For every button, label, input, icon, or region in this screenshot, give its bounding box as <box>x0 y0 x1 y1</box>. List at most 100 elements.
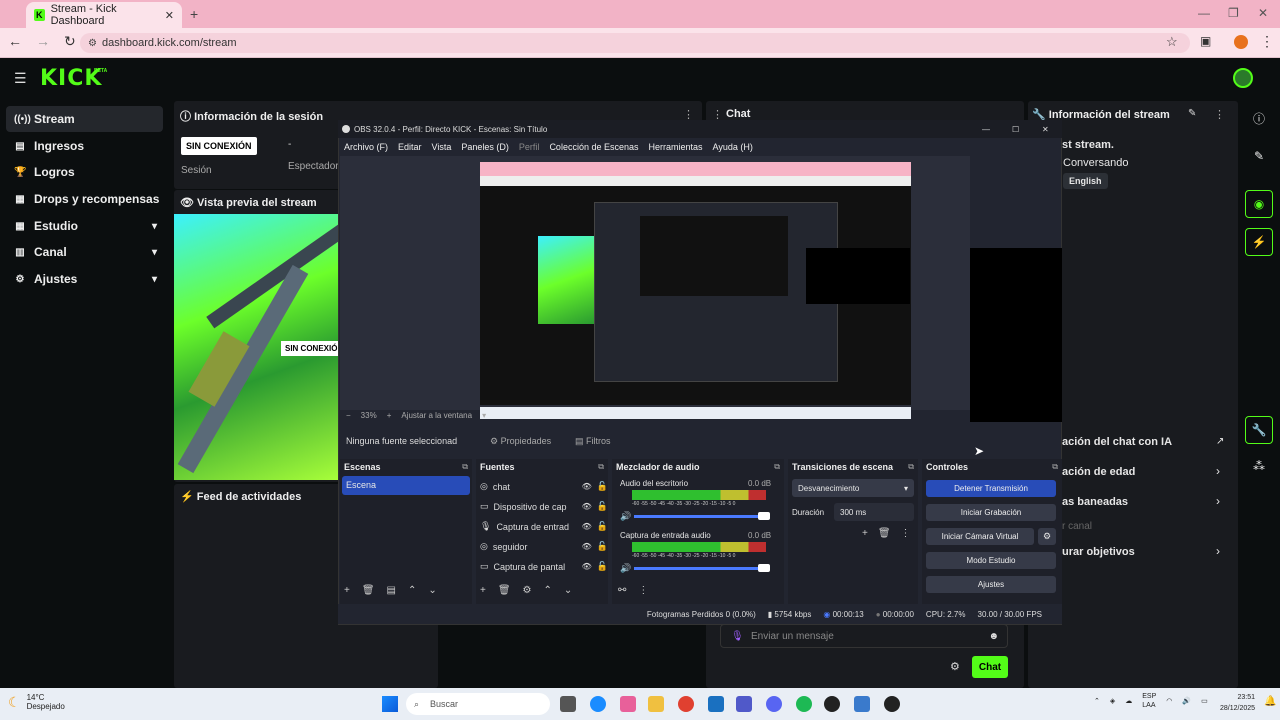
sidebar-item-ingresos[interactable]: ▤ Ingresos <box>6 133 163 159</box>
start-virtual-camera-button[interactable]: Iniciar Cámara Virtual <box>926 528 1034 545</box>
info-row-age[interactable]: ación de edad <box>1062 466 1135 478</box>
sidebar-item-canal[interactable]: ▥ Canal ▾ <box>6 239 163 265</box>
nodes-icon[interactable]: ⁂ <box>1245 452 1273 480</box>
lock-icon[interactable]: 🔓 <box>597 561 608 572</box>
gear-icon[interactable]: ⚙ <box>523 585 532 596</box>
trash-icon[interactable]: 🗑 <box>498 585 511 596</box>
mic-icon[interactable]: 🎙 <box>731 631 744 642</box>
maximize-icon[interactable]: ☐ <box>1012 125 1019 134</box>
eye-icon[interactable]: 👁 <box>582 562 592 571</box>
filter-icon[interactable]: ▤ <box>387 585 396 596</box>
spotify-icon[interactable] <box>796 696 812 712</box>
chevron-right-icon[interactable]: › <box>1216 544 1220 558</box>
menu-ayuda[interactable]: Ayuda (H) <box>713 142 753 152</box>
chrome-icon[interactable] <box>678 696 694 712</box>
bookmark-star-icon[interactable]: ☆ <box>1166 34 1178 50</box>
link-icon[interactable]: ⚯ <box>618 585 626 596</box>
menu-archivo[interactable]: Archivo (F) <box>344 142 388 152</box>
sidebar-item-estudio[interactable]: ▦ Estudio ▾ <box>6 213 163 239</box>
more-options-icon[interactable]: ⋮ <box>1214 108 1225 121</box>
discord-icon[interactable] <box>766 696 782 712</box>
back-icon[interactable]: ← <box>8 33 22 50</box>
store-icon[interactable] <box>708 696 724 712</box>
lock-icon[interactable]: 🔓 <box>597 501 608 512</box>
sidebar-item-ajustes[interactable]: ⚙ Ajustes ▾ <box>6 266 163 292</box>
eye-icon[interactable]: 👁 <box>582 542 592 551</box>
chevron-right-icon[interactable]: › <box>1216 464 1220 478</box>
lightning-icon[interactable]: ⚡ <box>1245 228 1273 256</box>
sidebar-item-drops[interactable]: ▦ Drops y recompensas <box>6 186 163 212</box>
fit-window-label[interactable]: Ajustar a la ventana <box>401 411 472 423</box>
obs-taskbar-icon[interactable] <box>884 696 900 712</box>
studio-mode-button[interactable]: Modo Estudio <box>926 552 1056 569</box>
lock-icon[interactable]: 🔓 <box>597 541 608 552</box>
close-window-icon[interactable]: ✕ <box>1042 125 1049 134</box>
stop-streaming-button[interactable]: Detener Transmisión <box>926 480 1056 497</box>
profile-avatar[interactable] <box>1234 35 1248 49</box>
settings-button[interactable]: Ajustes <box>926 576 1056 593</box>
eye-icon[interactable]: 👁 <box>582 502 592 511</box>
tray-cloud-icon[interactable]: ☁ <box>1125 697 1132 705</box>
new-tab-icon[interactable]: + <box>190 6 198 22</box>
pencil-icon[interactable]: ✎ <box>1245 142 1273 170</box>
maximize-icon[interactable]: ❐ <box>1228 6 1239 20</box>
volume-slider[interactable] <box>634 515 764 518</box>
undock-icon[interactable]: ⧉ <box>908 462 914 472</box>
lock-icon[interactable]: 🔓 <box>597 481 608 492</box>
taskbar-clock[interactable]: 23:51 28/12/2025 <box>1220 692 1255 714</box>
taskbar-search[interactable]: ⌕ Buscar <box>406 693 550 715</box>
volume-slider-handle[interactable] <box>758 564 770 572</box>
browser-menu-icon[interactable]: ⋮ <box>1260 33 1274 50</box>
source-item[interactable]: ▭ Dispositivo de cap 👁 🔓 <box>480 501 608 512</box>
lock-icon[interactable]: 🔓 <box>597 521 608 532</box>
zoom-out-icon[interactable]: − <box>346 411 351 423</box>
language-indicator[interactable]: ESP LAA <box>1142 692 1156 710</box>
windows-start-icon[interactable] <box>382 696 398 712</box>
down-icon[interactable]: ⌄ <box>564 585 572 596</box>
teams-icon[interactable] <box>736 696 752 712</box>
forward-icon[interactable]: → <box>36 33 50 50</box>
undock-icon[interactable]: ⧉ <box>1052 462 1058 472</box>
eye-icon[interactable]: 👁 <box>582 522 592 531</box>
volume-slider[interactable] <box>634 567 764 570</box>
user-avatar[interactable] <box>1233 68 1253 88</box>
fit-dropdown-icon[interactable]: ▾ <box>482 411 486 423</box>
menu-herramientas[interactable]: Herramientas <box>649 142 703 152</box>
file-explorer-icon[interactable] <box>648 696 664 712</box>
sidebar-item-stream[interactable]: ((•)) Stream <box>6 106 163 132</box>
info-row-ai-chat[interactable]: ación del chat con IA <box>1062 436 1172 448</box>
info-row-goals[interactable]: urar objetivos <box>1062 546 1135 558</box>
edge-icon[interactable] <box>590 696 606 712</box>
more-options-icon[interactable]: ⋮ <box>638 585 648 596</box>
more-options-icon[interactable]: ⋮ <box>901 528 911 539</box>
chat-input[interactable]: 🎙 Enviar un mensaje ☻ <box>720 624 1008 648</box>
edit-pencil-icon[interactable]: ✎ <box>1188 108 1196 119</box>
site-info-icon[interactable]: ⚙ <box>88 38 97 49</box>
menu-coleccion[interactable]: Colección de Escenas <box>549 142 638 152</box>
menu-vista[interactable]: Vista <box>432 142 452 152</box>
scene-item[interactable]: Escena <box>342 476 470 495</box>
browser-tab[interactable]: K Stream - Kick Dashboard ✕ <box>26 2 182 28</box>
info-icon[interactable]: ⓘ <box>1245 104 1273 132</box>
chevron-right-icon[interactable]: › <box>1216 494 1220 508</box>
trash-icon[interactable]: 🗑 <box>878 528 891 539</box>
volume-slider-handle[interactable] <box>758 512 770 520</box>
minimize-icon[interactable]: — <box>982 125 990 134</box>
zoom-in-icon[interactable]: + <box>387 411 392 423</box>
properties-button[interactable]: ⚙ Propiedades <box>490 436 551 447</box>
wrench-icon[interactable]: 🔧 <box>1245 416 1273 444</box>
weather-widget[interactable]: ☾ 14°C Despejado <box>8 693 65 711</box>
duration-input[interactable]: 300 ms <box>834 503 914 521</box>
start-recording-button[interactable]: Iniciar Grabación <box>926 504 1056 521</box>
url-field[interactable]: ⚙ dashboard.kick.com/stream <box>80 33 1190 53</box>
menu-editar[interactable]: Editar <box>398 142 422 152</box>
battery-icon[interactable]: ▭ <box>1201 697 1208 705</box>
source-item[interactable]: ◎ seguidor 👁 🔓 <box>480 541 608 552</box>
chat-send-button[interactable]: Chat <box>972 656 1008 678</box>
undock-icon[interactable]: ⧉ <box>598 462 604 472</box>
wifi-icon[interactable]: ◠ <box>1166 697 1172 705</box>
menu-paneles[interactable]: Paneles (D) <box>461 142 509 152</box>
source-item[interactable]: ▭ Captura de pantal 👁 🔓 <box>480 561 608 572</box>
transition-select[interactable]: Desvanecimiento ▾ <box>792 479 914 497</box>
add-icon[interactable]: + <box>480 585 486 596</box>
